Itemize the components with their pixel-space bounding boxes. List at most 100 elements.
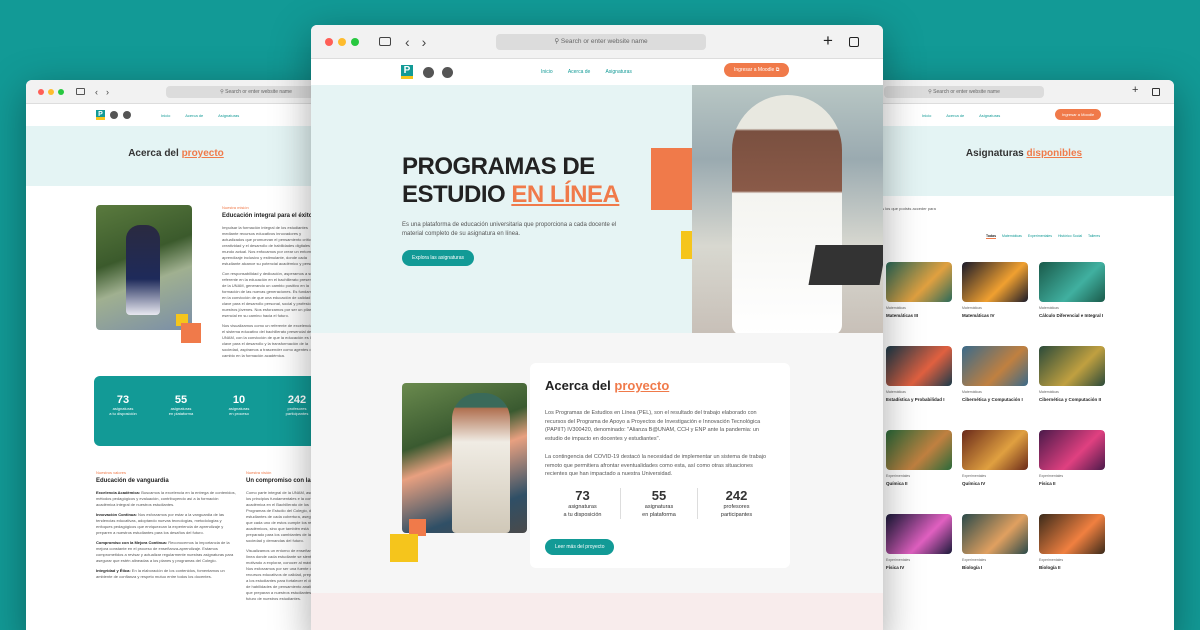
maximize-window-button[interactable]	[351, 37, 359, 46]
subject-card[interactable]: Matemáticas Cálculo Diferencial e Integra…	[1039, 262, 1105, 338]
about-card: Acerca del proyecto Los Programas de Est…	[530, 363, 790, 568]
address-placeholder: Search or enter website name	[933, 89, 1000, 95]
stat-label: asignaturas	[568, 504, 597, 510]
category-filters: Todas Matemáticas Experimentales Históri…	[986, 234, 1100, 239]
back-icon[interactable]: ‹	[95, 87, 98, 97]
nav-asignaturas[interactable]: Asignaturas	[979, 113, 1000, 118]
explore-subjects-button[interactable]: Explora las asignaturas	[402, 250, 474, 266]
subject-card[interactable]: Matemáticas Matemáticas IV	[962, 262, 1028, 338]
address-bar[interactable]: ⚲ Search or enter website name	[166, 86, 326, 98]
subject-name: Matemáticas III	[886, 313, 919, 318]
subject-category: Matemáticas	[962, 390, 982, 394]
subjects-grid: Matemáticas Matemáticas III Matemáticas Mat…	[874, 250, 1174, 630]
filter-historico-social[interactable]: Histórico Social	[1058, 234, 1082, 238]
about-paragraph-2: La contingencia del COVID-19 destacó la …	[545, 454, 767, 477]
stat-value: 73	[116, 394, 130, 406]
subject-category: Matemáticas	[962, 306, 982, 310]
read-more-label: Leer más del proyecto	[555, 544, 605, 550]
subject-card[interactable]: Matemáticas Estadística y Probabilidad I	[886, 346, 952, 422]
address-bar[interactable]: ⚲ Search or enter website name	[496, 34, 706, 50]
subject-card[interactable]: Experimentales Física IV	[886, 514, 952, 590]
value-item: Integridad y Ética: En la elaboración de…	[96, 568, 236, 580]
subject-thumbnail	[886, 514, 952, 554]
subject-thumbnail	[1039, 262, 1105, 302]
subject-card[interactable]: Matemáticas Cibernética y Computación II	[1039, 346, 1105, 422]
value-item: Innovación Continua: Nos esforzamos por …	[96, 512, 236, 536]
subject-card[interactable]: Experimentales Biología I	[962, 514, 1028, 590]
moodle-login-button[interactable]: Ingresar a Moodle ⧉	[724, 63, 790, 77]
close-window-button[interactable]	[325, 37, 333, 46]
subject-thumbnail	[1039, 346, 1105, 386]
center-browser-window: ‹ › ⚲ Search or enter website name + P I…	[311, 25, 883, 630]
about-title-accent: proyecto	[614, 378, 670, 393]
mission-tag: Nuestra misión	[222, 205, 249, 210]
filter-matematicas[interactable]: Matemáticas	[1002, 234, 1022, 238]
forward-icon[interactable]: ›	[422, 34, 427, 50]
cch-seal-icon	[442, 66, 453, 78]
stat-item: 73 asignaturas a tu disposición	[94, 394, 152, 446]
close-window-button[interactable]	[38, 88, 44, 95]
nav-asignaturas[interactable]: Asignaturas	[218, 113, 239, 118]
browser-toolbar: ‹ › ⚲ Search or enter website name +	[311, 25, 883, 59]
moodle-login-button[interactable]: Ingresar a Moodle	[1055, 109, 1102, 120]
hero-description: Es una plataforma de educación universit…	[402, 222, 617, 237]
read-more-button[interactable]: Leer más del proyecto	[545, 539, 615, 555]
explore-subjects-label: Explora las asignaturas	[412, 255, 464, 261]
nav-inicio[interactable]: Inicio	[922, 113, 931, 118]
subject-card[interactable]: Matemáticas Cibernética y Computación I	[962, 346, 1028, 422]
subject-name: Cálculo Diferencial e Integral I	[1039, 313, 1104, 318]
subject-name: Estadística y Probabilidad I	[886, 397, 945, 402]
search-icon: ⚲	[554, 38, 560, 45]
tabs-overview-icon[interactable]	[849, 37, 859, 47]
nav-acerca[interactable]: Acerca de	[568, 69, 591, 75]
subject-thumbnail	[962, 346, 1028, 386]
filter-todas[interactable]: Todas	[986, 234, 997, 239]
stat-label: a tu disposición	[109, 411, 137, 416]
site-logo[interactable]: P	[401, 65, 413, 79]
moodle-login-label: Ingresar a Moodle	[734, 67, 775, 73]
subject-category: Experimentales	[1039, 558, 1064, 562]
nav-acerca[interactable]: Acerca de	[185, 113, 203, 118]
filter-experimentales[interactable]: Experimentales	[1028, 234, 1052, 238]
address-placeholder: Search or enter website name	[560, 38, 648, 45]
keyboard-shape	[808, 245, 883, 285]
minimize-window-button[interactable]	[48, 88, 54, 95]
nav-inicio[interactable]: Inicio	[161, 113, 170, 118]
stat-item: 10 asignaturas en proceso	[210, 394, 268, 446]
back-icon[interactable]: ‹	[405, 34, 410, 50]
minimize-window-button[interactable]	[338, 37, 346, 46]
new-tab-icon[interactable]: +	[823, 31, 833, 51]
sidebar-toggle-icon[interactable]	[76, 88, 85, 95]
moodle-login-label: Ingresar a Moodle	[1062, 112, 1095, 117]
site-logo[interactable]: P	[96, 110, 105, 120]
address-bar[interactable]: ⚲ Search or enter website name	[884, 86, 1044, 98]
sidebar-toggle-icon[interactable]	[379, 37, 391, 46]
subject-card[interactable]: Matemáticas Matemáticas III	[886, 262, 952, 338]
address-placeholder: Search or enter website name	[225, 89, 292, 95]
subject-card[interactable]: Experimentales Biología II	[1039, 514, 1105, 590]
nav-asignaturas[interactable]: Asignaturas	[605, 69, 631, 75]
subject-name: Matemáticas IV	[962, 313, 995, 318]
nav-inicio[interactable]: Inicio	[541, 69, 553, 75]
subject-thumbnail	[886, 430, 952, 470]
subject-category: Experimentales	[962, 474, 987, 478]
nav-acerca[interactable]: Acerca de	[946, 113, 964, 118]
site-header: Inicio Acerca de Asignaturas Ingresar a …	[874, 104, 1174, 126]
stat-item: 55 asignaturas en plataforma	[621, 488, 698, 519]
nav-links: Inicio Acerca de Asignaturas	[161, 113, 253, 118]
hero-title: PROGRAMAS DE ESTUDIO EN LÍNEA	[402, 153, 620, 209]
maximize-window-button[interactable]	[58, 88, 64, 95]
subject-card[interactable]: Experimentales Física II	[1039, 430, 1105, 506]
forward-icon[interactable]: ›	[106, 87, 109, 97]
subject-card[interactable]: Experimentales Química IV	[962, 430, 1028, 506]
filter-talleres[interactable]: Talleres	[1088, 234, 1100, 238]
subject-category: Experimentales	[886, 474, 911, 478]
new-tab-icon[interactable]: +	[1132, 84, 1138, 96]
subjects-banner: Asignaturas disponibles	[874, 126, 1174, 196]
mission-photo	[96, 205, 192, 330]
stat-label: a tu disposición	[563, 512, 602, 518]
tabs-overview-icon[interactable]	[1152, 88, 1160, 96]
student-headphones-figure	[732, 95, 842, 333]
stat-item: 242 profesores participantes	[698, 488, 775, 519]
subject-card[interactable]: Experimentales Química II	[886, 430, 952, 506]
